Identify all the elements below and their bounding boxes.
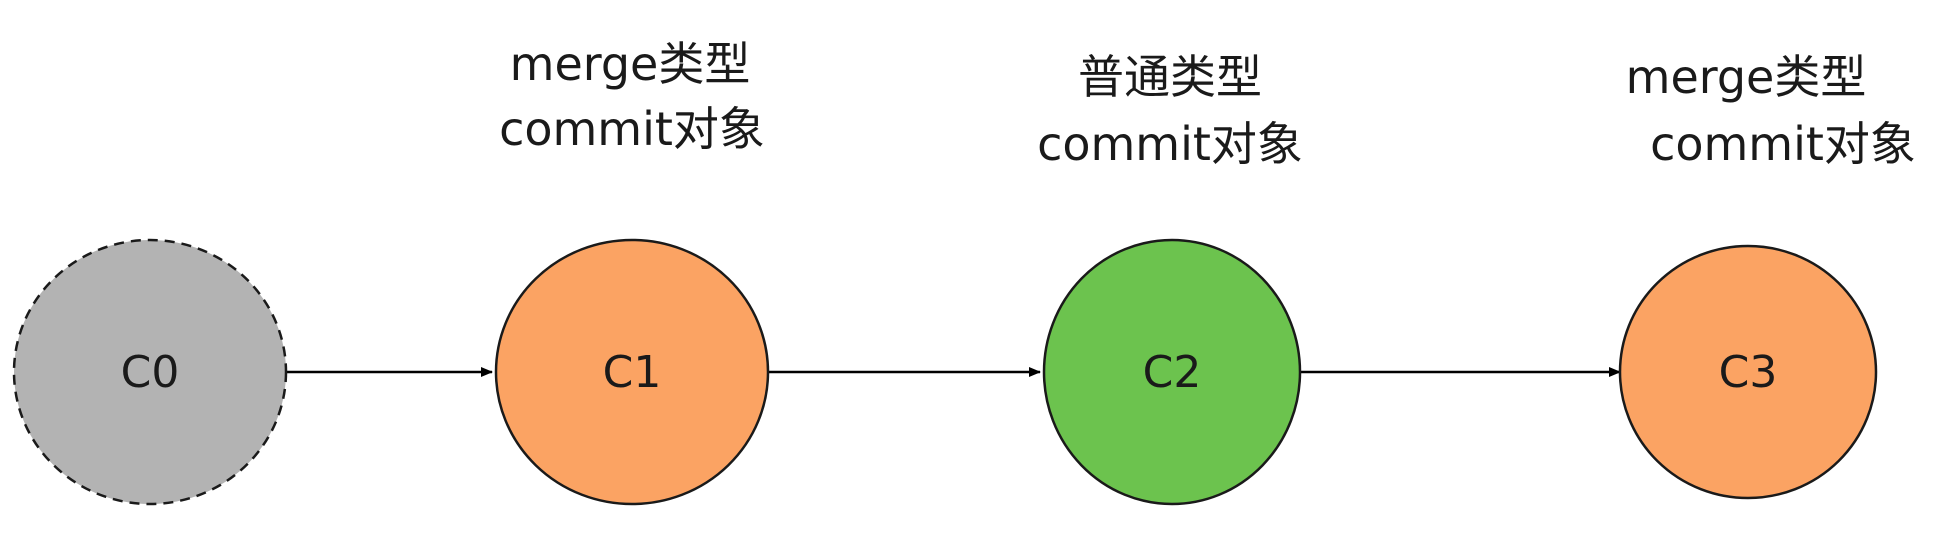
- commit-label-c0: C0: [121, 347, 180, 398]
- caption-c1-line1: merge类型: [510, 37, 751, 91]
- caption-c3-line2: commit对象: [1650, 117, 1916, 171]
- commit-label-c3: C3: [1719, 347, 1778, 398]
- commit-label-c2: C2: [1143, 347, 1202, 398]
- commit-chain-diagram: C0 merge类型 commit对象 C1 普通类型 commit对象 C2 …: [12, 37, 1916, 506]
- caption-c1-line2: commit对象: [499, 102, 765, 156]
- commit-node-c1: merge类型 commit对象 C1: [494, 37, 770, 506]
- commit-label-c1: C1: [603, 347, 662, 398]
- caption-c2-line2: commit对象: [1037, 117, 1303, 171]
- commit-node-c2: 普通类型 commit对象 C2: [1037, 50, 1303, 506]
- commit-node-c3: merge类型 commit对象 C3: [1618, 50, 1916, 500]
- commit-node-c0: C0: [12, 238, 288, 506]
- caption-c3-line1: merge类型: [1626, 50, 1867, 104]
- caption-c2-line1: 普通类型: [1078, 50, 1262, 104]
